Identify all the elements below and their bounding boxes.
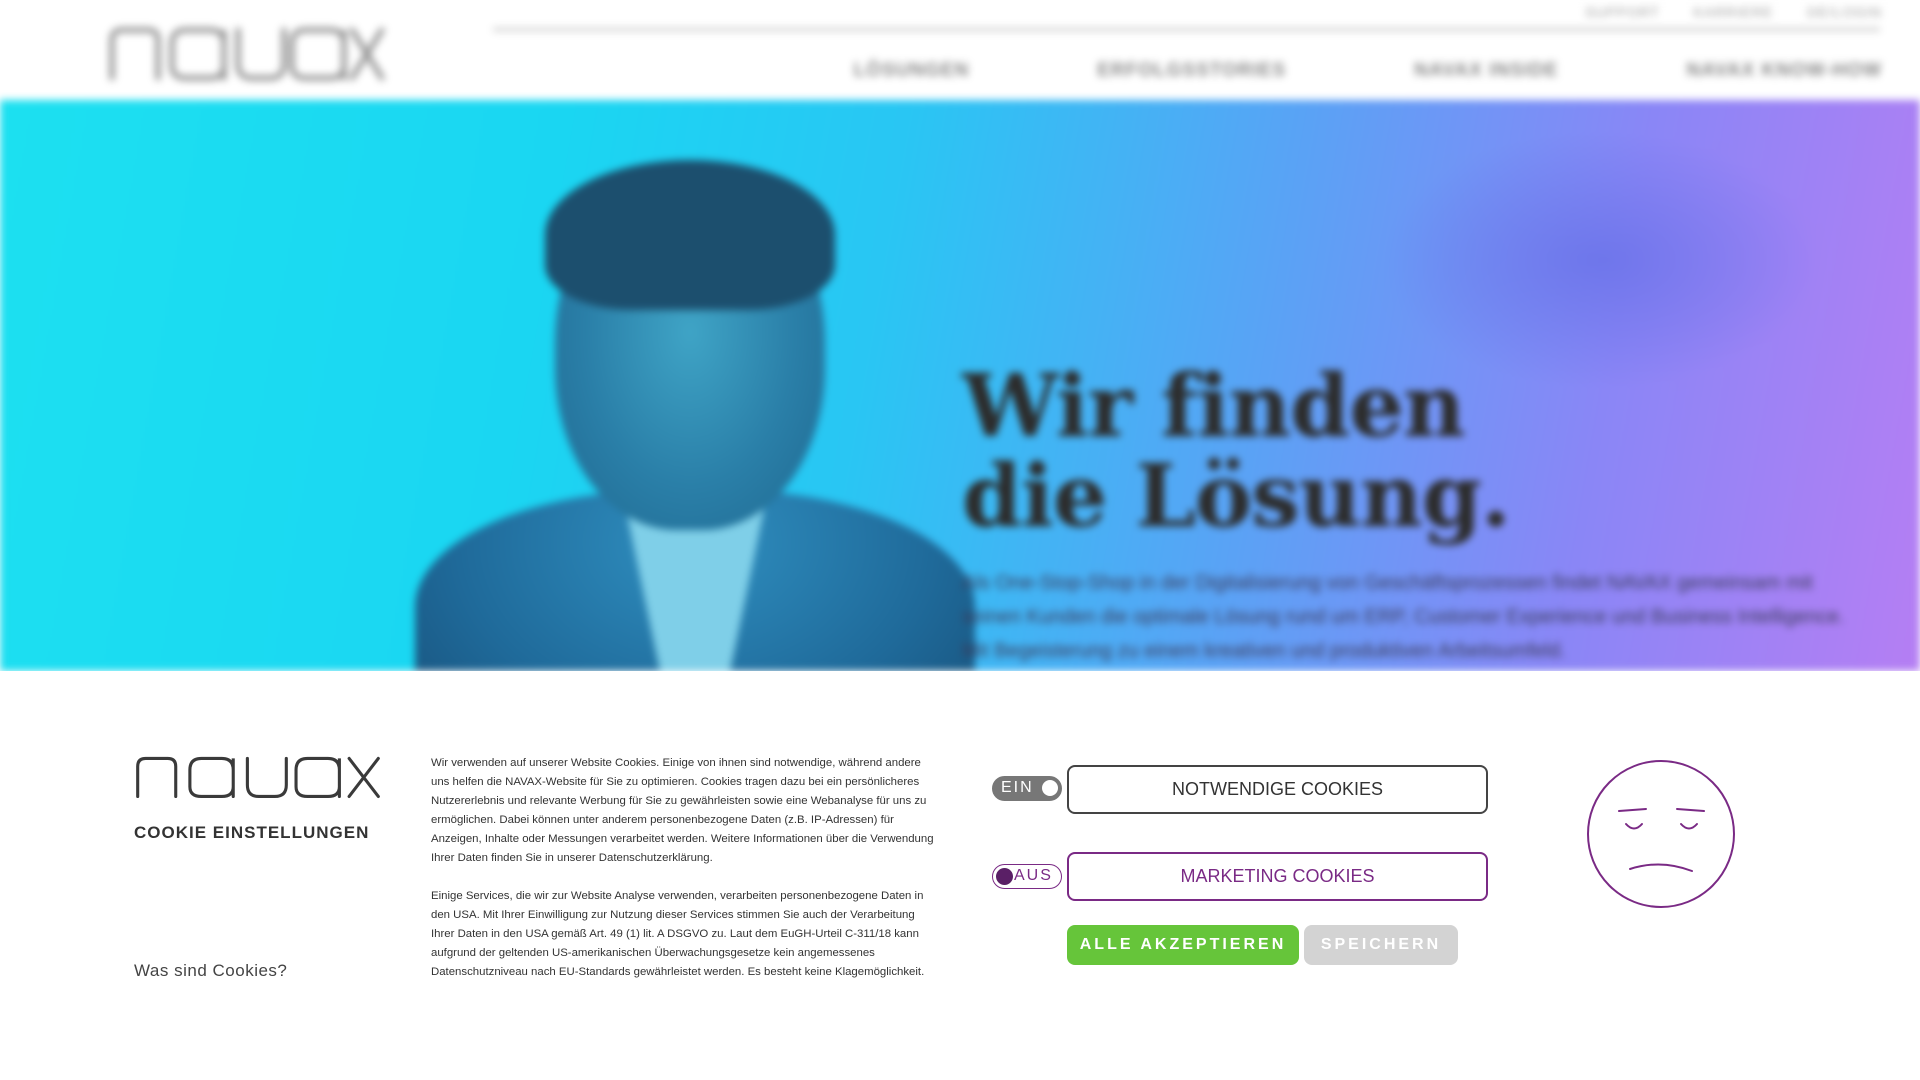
nav-loesungen[interactable]: LÖSUNGEN (854, 60, 970, 82)
nav-erfolgsstories[interactable]: ERFOLGSSTORIES (1097, 60, 1286, 82)
nav-navax-know-how[interactable]: NAVAX KNOW-HOW (1686, 60, 1882, 82)
accept-all-button[interactable]: ALLE AKZEPTIEREN (1067, 925, 1299, 965)
cookie-paragraph-2: Einige Services, die wir zur Website Ana… (431, 890, 925, 978)
cookie-settings-heading: COOKIE EINSTELLUNGEN (134, 823, 370, 842)
marketing-cookies-button[interactable]: MARKETING COOKIES (1067, 852, 1488, 901)
nav-support[interactable]: SUPPORT (1585, 4, 1659, 20)
hero-title: Wir finden die Lösung. (962, 356, 1511, 547)
what-are-cookies-link[interactable]: Was sind Cookies? (134, 961, 287, 981)
save-button[interactable]: SPEICHERN (1304, 925, 1458, 965)
navax-logo (136, 756, 380, 799)
toggle-knob (996, 868, 1013, 885)
nav-login[interactable]: DE/LOGIN (1807, 4, 1882, 20)
marketing-cookies-toggle[interactable]: AUS (992, 864, 1062, 889)
cookie-description: Wir verwenden auf unserer Website Cookie… (431, 754, 936, 982)
navax-logo[interactable] (106, 22, 386, 82)
header-divider (493, 28, 1880, 31)
toggle-on-label: EIN (1001, 779, 1034, 796)
toggle-off-label: AUS (1014, 867, 1053, 884)
main-nav: LÖSUNGEN ERFOLGSSTORIES NAVAX INSIDE NAV… (854, 60, 1882, 82)
sad-face-icon (1587, 760, 1735, 908)
cookie-consent-panel: COOKIE EINSTELLUNGEN Was sind Cookies? W… (0, 671, 1920, 1080)
background-website: SUPPORT KARRIERE DE/LOGIN LÖSUNGEN ERFOL… (0, 0, 1920, 671)
utility-nav: SUPPORT KARRIERE DE/LOGIN (1585, 4, 1882, 20)
necessary-cookies-button[interactable]: NOTWENDIGE COOKIES (1067, 765, 1488, 814)
hero-person-image (415, 160, 975, 671)
nav-navax-inside[interactable]: NAVAX INSIDE (1414, 60, 1558, 82)
necessary-cookies-toggle[interactable]: EIN (992, 776, 1062, 801)
nav-karriere[interactable]: KARRIERE (1694, 4, 1774, 20)
site-header: SUPPORT KARRIERE DE/LOGIN LÖSUNGEN ERFOL… (0, 0, 1920, 100)
hero-glow (1380, 130, 1820, 390)
hero-banner: Wir finden die Lösung. Als One-Stop-Shop… (0, 100, 1920, 671)
hero-subtitle: Als One-Stop-Shop in der Digitalisierung… (962, 572, 1845, 662)
toggle-knob (1042, 780, 1058, 796)
cookie-paragraph-1: Wir verwenden auf unserer Website Cookie… (431, 757, 934, 864)
